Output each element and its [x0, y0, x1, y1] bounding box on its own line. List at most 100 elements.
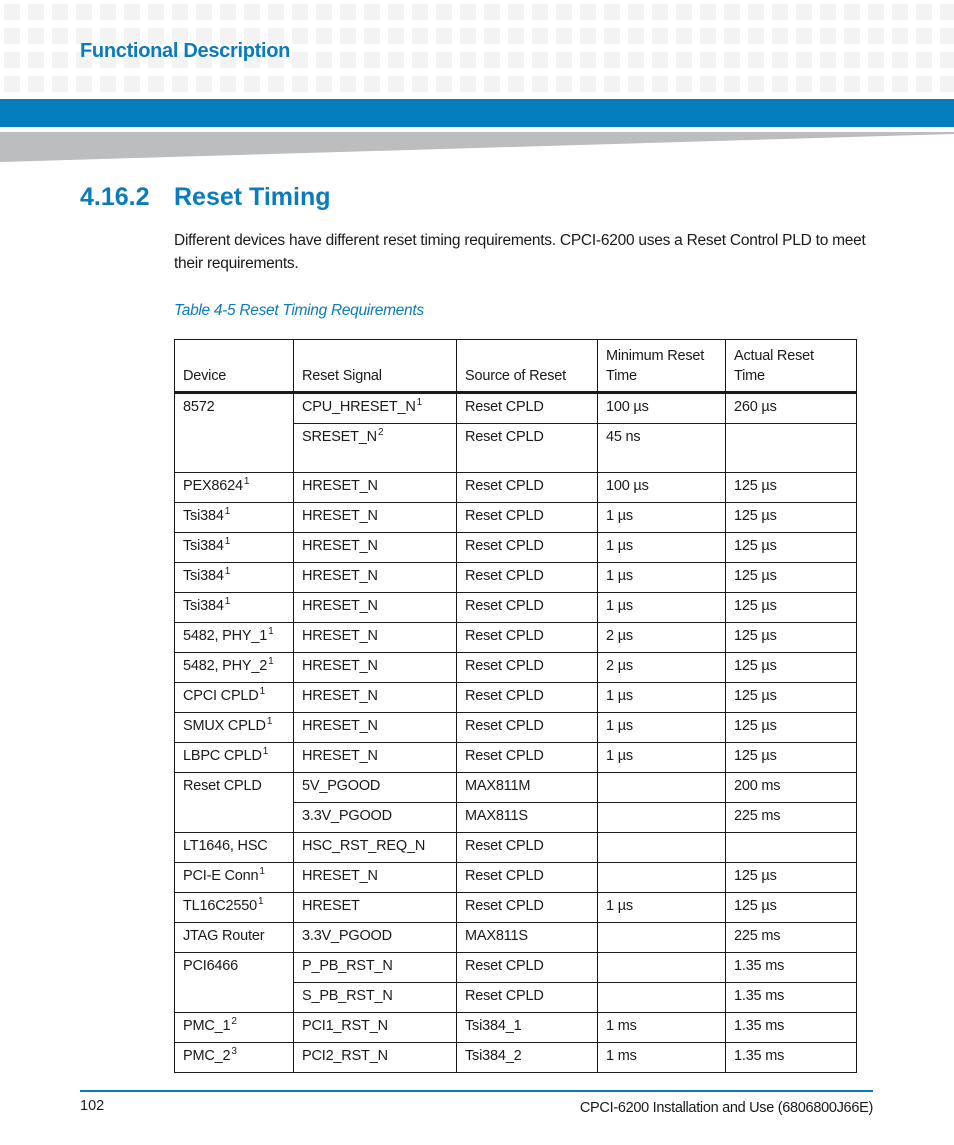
- pattern-square: [652, 52, 668, 68]
- cell-device: CPCI CPLD1: [174, 682, 294, 713]
- pattern-square: [820, 76, 836, 92]
- pattern-square: [604, 76, 620, 92]
- pattern-square: [196, 76, 212, 92]
- device-name: PMC_2: [183, 1048, 231, 1064]
- reset-signal-value: HRESET_N: [302, 718, 378, 734]
- pattern-square: [844, 52, 860, 68]
- header-blue-band: [0, 99, 954, 127]
- table-row: LBPC CPLD1 HRESET_N Reset CPLD 1 µs 125 µs: [174, 742, 857, 773]
- footnote-ref: 1: [259, 686, 266, 697]
- cell-min-time: 2 µs: [597, 622, 726, 653]
- pattern-square: [844, 76, 860, 92]
- pattern-square: [124, 4, 140, 20]
- pattern-square: [652, 28, 668, 44]
- actual-time-value: 200 ms: [734, 778, 781, 794]
- pattern-square: [580, 28, 596, 44]
- pattern-square: [724, 28, 740, 44]
- column-header-device: Device: [174, 339, 294, 394]
- pattern-square: [4, 4, 20, 20]
- cell-min-time: 1 µs: [597, 592, 726, 623]
- reset-signal-value: HRESET_N: [302, 868, 378, 884]
- cell-reset-signal: HRESET: [293, 892, 457, 923]
- actual-time-value: 125 µs: [734, 868, 777, 884]
- cell-source: Reset CPLD: [456, 562, 598, 593]
- min-time-value: 1 µs: [606, 538, 633, 554]
- source-value: Reset CPLD: [465, 478, 544, 494]
- pattern-square: [772, 52, 788, 68]
- cell-actual-time: 225 ms: [725, 802, 857, 833]
- cell-device: TL16C25501: [174, 892, 294, 923]
- cell-actual-time: 200 ms: [725, 772, 857, 803]
- actual-time-value: 225 ms: [734, 808, 781, 824]
- pattern-square: [388, 52, 404, 68]
- actual-time-value: 125 µs: [734, 658, 777, 674]
- table-row: Reset CPLD 5V_PGOOD MAX811M 200 ms: [174, 772, 857, 833]
- cell-source: Reset CPLD: [456, 682, 598, 713]
- pattern-square: [340, 76, 356, 92]
- cell-reset-signal: PCI2_RST_N: [293, 1042, 457, 1073]
- pattern-square: [100, 76, 116, 92]
- min-time-value: 1 µs: [606, 568, 633, 584]
- cell-device: 5482, PHY_11: [174, 622, 294, 653]
- actual-time-value: 125 µs: [734, 568, 777, 584]
- pattern-square: [628, 76, 644, 92]
- cell-min-time: 100 µs: [597, 392, 726, 424]
- pattern-square: [604, 52, 620, 68]
- table-row: CPCI CPLD1 HRESET_N Reset CPLD 1 µs 125 µs: [174, 682, 857, 713]
- min-time-value: 1 µs: [606, 748, 633, 764]
- cell-actual-time: 1.35 ms: [725, 1012, 857, 1043]
- pattern-square: [508, 28, 524, 44]
- footnote-ref: 3: [231, 1046, 237, 1057]
- cell-device: Tsi3841: [174, 562, 294, 593]
- footnote-ref: 1: [257, 896, 264, 907]
- pattern-square: [412, 76, 428, 92]
- page-number: 102: [80, 1098, 105, 1114]
- column-header-source: Source of Reset: [456, 339, 598, 394]
- device-name: Tsi384: [183, 598, 224, 614]
- pattern-square: [940, 4, 954, 20]
- pattern-square: [580, 76, 596, 92]
- pattern-square: [892, 28, 908, 44]
- footnote-ref: 1: [224, 596, 231, 607]
- footnote-ref: 2: [231, 1016, 237, 1027]
- section-number: 4.16.2: [80, 183, 150, 211]
- pattern-square: [52, 4, 68, 20]
- cell-min-time: 1 µs: [597, 892, 726, 923]
- cell-actual-time: 125 µs: [725, 502, 857, 533]
- pattern-square: [28, 28, 44, 44]
- footnote-ref: 1: [224, 536, 231, 547]
- pattern-square: [844, 28, 860, 44]
- source-value: Reset CPLD: [465, 538, 544, 554]
- pattern-square: [484, 52, 500, 68]
- cell-actual-time: 1.35 ms: [725, 1042, 857, 1073]
- pattern-square: [52, 28, 68, 44]
- cell-min-time: [597, 982, 726, 1013]
- device-name: 8572: [183, 399, 215, 415]
- pattern-square: [412, 28, 428, 44]
- footnote-ref: 1: [268, 656, 274, 667]
- pattern-square: [484, 76, 500, 92]
- min-time-value: 1 µs: [606, 718, 633, 734]
- cell-source: Reset CPLD: [456, 472, 598, 503]
- device-name: PCI6466: [183, 958, 239, 974]
- cell-source: Tsi384_1: [456, 1012, 598, 1043]
- source-value: Tsi384_1: [465, 1018, 522, 1034]
- cell-source: Reset CPLD: [456, 592, 598, 623]
- pattern-square: [412, 52, 428, 68]
- pattern-square: [4, 76, 20, 92]
- cell-source: Reset CPLD: [456, 392, 598, 424]
- cell-reset-signal: 5V_PGOOD: [293, 772, 457, 803]
- cell-reset-signal: HRESET_N: [293, 682, 457, 713]
- actual-time-value: 1.35 ms: [734, 988, 785, 1004]
- cell-source: MAX811M: [456, 772, 598, 803]
- pattern-square: [244, 4, 260, 20]
- reset-signal-value: HRESET_N: [302, 598, 378, 614]
- pattern-square: [412, 4, 428, 20]
- pattern-square: [28, 4, 44, 20]
- cell-min-time: [597, 772, 726, 803]
- pattern-square: [124, 76, 140, 92]
- cell-actual-time: 260 µs: [725, 392, 857, 424]
- device-name: TL16C2550: [183, 898, 257, 914]
- reset-signal-value: HSC_RST_REQ_N: [302, 838, 426, 854]
- device-name: SMUX CPLD: [183, 718, 266, 734]
